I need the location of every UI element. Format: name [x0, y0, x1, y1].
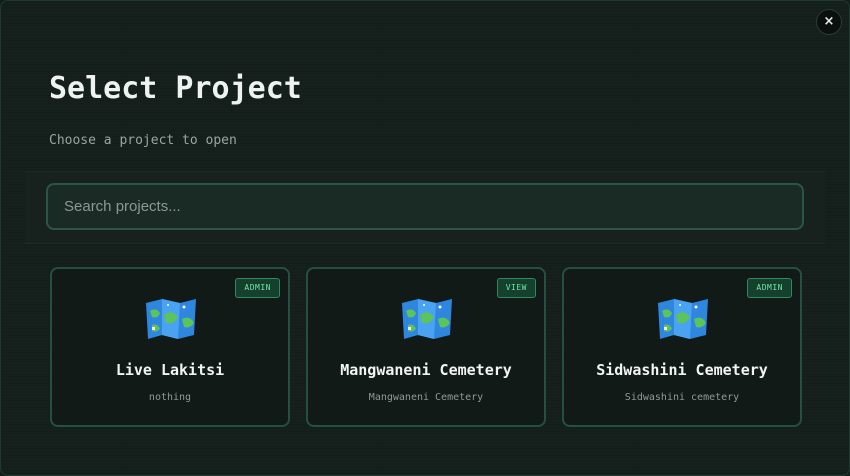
- project-description: Mangwaneni Cemetery: [368, 392, 484, 403]
- project-card[interactable]: ADMIN Sidwashini Cemetery Sidwashini cem…: [562, 267, 802, 427]
- dialog-subtitle: Choose a project to open: [49, 133, 237, 148]
- project-card[interactable]: VIEW Mangwaneni Cemetery Mangwaneni Ceme…: [306, 267, 546, 427]
- role-badge: VIEW: [496, 278, 536, 298]
- search-input[interactable]: [46, 183, 804, 230]
- role-badge: ADMIN: [235, 278, 280, 298]
- project-name: Live Lakitsi: [115, 361, 225, 379]
- project-description: Sidwashini cemetery: [624, 392, 740, 403]
- world-map-icon: [146, 299, 196, 339]
- close-button[interactable]: ×: [816, 9, 842, 35]
- project-card[interactable]: ADMIN Live Lakitsi nothing: [50, 267, 290, 427]
- world-map-icon: [658, 299, 708, 339]
- search-bar-section: [25, 171, 825, 244]
- project-description: nothing: [148, 392, 192, 403]
- role-badge: ADMIN: [747, 278, 792, 298]
- project-name: Sidwashini Cemetery: [596, 361, 768, 379]
- dialog-title: Select Project: [49, 71, 302, 106]
- world-map-icon: [402, 299, 452, 339]
- select-project-dialog: × Select Project Choose a project to ope…: [0, 0, 850, 476]
- project-name: Mangwaneni Cemetery: [340, 361, 512, 379]
